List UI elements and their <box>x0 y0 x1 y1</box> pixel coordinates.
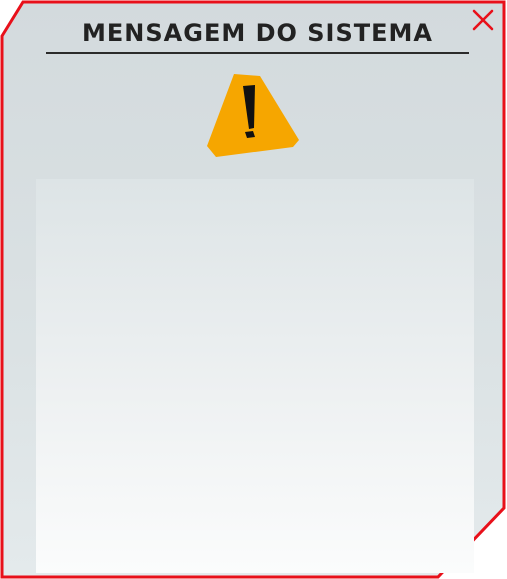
dialog-title: MENSAGEM DO SISTEMA <box>82 19 433 47</box>
close-icon[interactable] <box>470 7 496 33</box>
title-divider <box>46 52 469 54</box>
system-message-dialog: MENSAGEM DO SISTEMA <box>0 0 507 579</box>
message-content-area <box>36 179 474 573</box>
warning-icon <box>207 74 299 157</box>
